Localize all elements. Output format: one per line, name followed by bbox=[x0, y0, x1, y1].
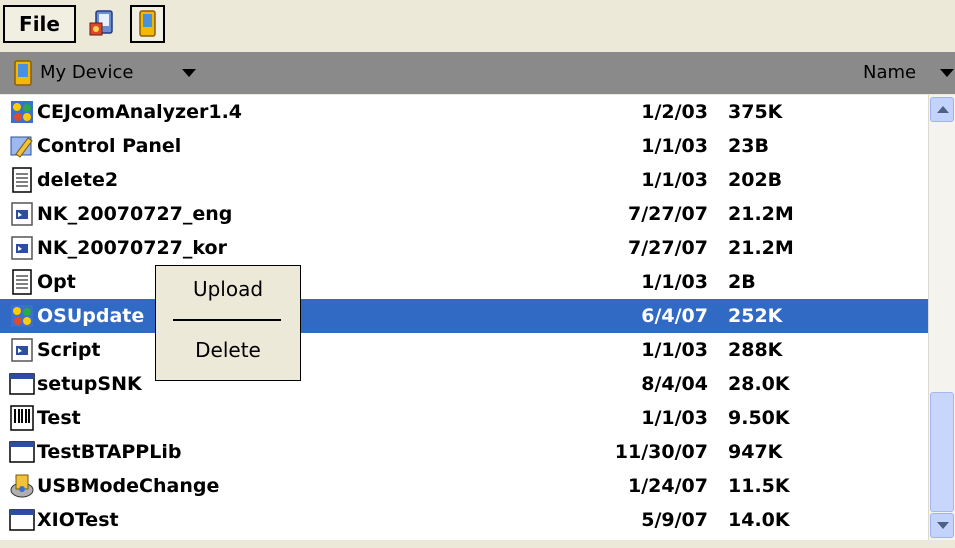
scroll-thumb[interactable] bbox=[930, 392, 954, 512]
file-name: Script bbox=[37, 339, 101, 361]
file-date: 1/1/03 bbox=[641, 407, 708, 429]
file-row[interactable]: NK_20070727_eng 7/27/07 21.2M bbox=[0, 197, 930, 231]
device-properties-icon[interactable] bbox=[85, 5, 120, 43]
app-icon bbox=[8, 98, 36, 126]
file-row[interactable]: delete2 1/1/03 202B bbox=[0, 163, 930, 197]
file-name: CEJcomAnalyzer1.4 bbox=[37, 101, 243, 123]
script-icon bbox=[8, 336, 36, 364]
barcode-icon bbox=[8, 404, 36, 432]
file-row[interactable]: OSUpdate 6/4/07 252K bbox=[0, 299, 930, 333]
file-date: 6/4/07 bbox=[641, 305, 708, 327]
context-menu: Upload Delete bbox=[155, 265, 301, 381]
file-name: Test bbox=[37, 407, 81, 429]
file-date: 11/30/07 bbox=[614, 441, 708, 463]
sort-chevron-down-icon[interactable] bbox=[940, 69, 954, 77]
file-size: 9.50K bbox=[728, 407, 790, 429]
app-icon bbox=[8, 302, 36, 330]
control-panel-icon bbox=[8, 132, 36, 160]
script-icon bbox=[8, 234, 36, 262]
file-size: 28.0K bbox=[728, 373, 790, 395]
file-size: 21.2M bbox=[728, 237, 794, 259]
window-app-icon bbox=[8, 506, 36, 534]
file-name: OSUpdate bbox=[37, 305, 145, 327]
file-name: Control Panel bbox=[37, 135, 182, 157]
file-size: 202B bbox=[728, 169, 783, 191]
file-name: NK_20070727_eng bbox=[37, 203, 233, 225]
file-size: 21.2M bbox=[728, 203, 794, 225]
file-name: TestBTAPPLib bbox=[37, 441, 182, 463]
file-size: 947K bbox=[728, 441, 783, 463]
file-name: delete2 bbox=[37, 169, 119, 191]
scroll-up-button[interactable] bbox=[930, 97, 954, 122]
sort-dropdown[interactable]: Name bbox=[863, 52, 916, 94]
toolbar: File bbox=[0, 0, 955, 48]
file-row[interactable]: TestBTAPPLib 11/30/07 947K bbox=[0, 435, 930, 469]
delete-menu-item[interactable]: Delete bbox=[156, 330, 300, 370]
file-date: 7/27/07 bbox=[628, 237, 708, 259]
vertical-scrollbar[interactable] bbox=[928, 95, 955, 540]
arrow-up-icon bbox=[937, 106, 949, 113]
file-date: 5/9/07 bbox=[641, 509, 708, 531]
file-row[interactable]: NK_20070727_kor 7/27/07 21.2M bbox=[0, 231, 930, 265]
file-size: 11.5K bbox=[728, 475, 790, 497]
menu-separator bbox=[173, 319, 281, 321]
file-date: 8/4/04 bbox=[641, 373, 708, 395]
file-row[interactable]: CEJcomAnalyzer1.4 1/2/03 375K bbox=[0, 95, 930, 129]
file-row[interactable]: setupSNK 8/4/04 28.0K bbox=[0, 367, 930, 401]
window-app-icon bbox=[8, 370, 36, 398]
file-date: 1/1/03 bbox=[641, 169, 708, 191]
file-size: 288K bbox=[728, 339, 783, 361]
upload-menu-item[interactable]: Upload bbox=[156, 269, 300, 309]
file-date: 1/2/03 bbox=[641, 101, 708, 123]
file-name: XIOTest bbox=[37, 509, 119, 531]
pda-device-icon[interactable] bbox=[130, 5, 165, 43]
file-size: 14.0K bbox=[728, 509, 790, 531]
file-name: setupSNK bbox=[37, 373, 142, 395]
file-row[interactable]: Test 1/1/03 9.50K bbox=[0, 401, 930, 435]
installer-icon bbox=[8, 472, 36, 500]
navigation-bar: My Device Name bbox=[0, 52, 955, 94]
file-row[interactable]: Opt 1/1/03 2B bbox=[0, 265, 930, 299]
arrow-down-icon bbox=[937, 522, 949, 529]
window-app-icon bbox=[8, 438, 36, 466]
file-row[interactable]: XIOTest 5/9/07 14.0K bbox=[0, 503, 930, 537]
file-date: 1/1/03 bbox=[641, 271, 708, 293]
file-size: 252K bbox=[728, 305, 783, 327]
file-name: NK_20070727_kor bbox=[37, 237, 227, 259]
file-date: 1/1/03 bbox=[641, 339, 708, 361]
bottom-border bbox=[0, 540, 955, 548]
file-list: CEJcomAnalyzer1.4 1/2/03 375K Control Panel… bbox=[0, 95, 934, 540]
file-date: 1/24/07 bbox=[628, 475, 708, 497]
file-row[interactable]: Script 1/1/03 288K bbox=[0, 333, 930, 367]
file-row[interactable]: Control Panel 1/1/03 23B bbox=[0, 129, 930, 163]
text-document-icon bbox=[8, 166, 36, 194]
file-size: 375K bbox=[728, 101, 783, 123]
file-menu-button[interactable]: File bbox=[3, 5, 76, 43]
scroll-down-button[interactable] bbox=[930, 513, 954, 538]
chevron-down-icon[interactable] bbox=[182, 69, 196, 77]
file-date: 1/1/03 bbox=[641, 135, 708, 157]
location-dropdown[interactable]: My Device bbox=[40, 52, 133, 94]
file-name: USBModeChange bbox=[37, 475, 220, 497]
file-date: 7/27/07 bbox=[628, 203, 708, 225]
file-name: Opt bbox=[37, 271, 76, 293]
device-icon bbox=[14, 60, 32, 86]
file-row[interactable]: USBModeChange 1/24/07 11.5K bbox=[0, 469, 930, 503]
script-icon bbox=[8, 200, 36, 228]
text-document-icon bbox=[8, 268, 36, 296]
file-size: 23B bbox=[728, 135, 769, 157]
file-size: 2B bbox=[728, 271, 756, 293]
